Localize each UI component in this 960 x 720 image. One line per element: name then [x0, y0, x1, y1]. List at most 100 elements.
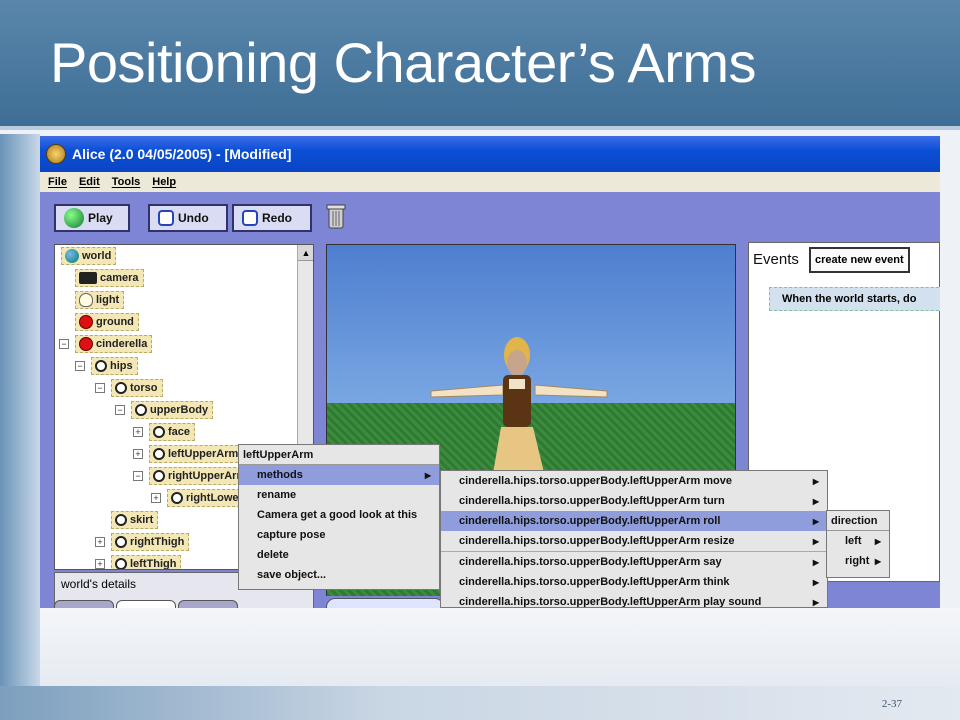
part-icon [115, 558, 127, 569]
methods-submenu: cinderella.hips.torso.upperBody.leftUppe… [440, 470, 828, 608]
menu-item-capture-pose[interactable]: capture pose [239, 525, 439, 545]
redo-button[interactable]: Redo [232, 204, 312, 232]
expand-icon[interactable]: + [95, 559, 105, 569]
play-label: Play [88, 211, 113, 225]
tree-item-skirt[interactable]: skirt [111, 510, 159, 530]
menu-edit[interactable]: Edit [79, 176, 100, 188]
part-icon [115, 514, 127, 526]
direction-submenu: direction left ▶ right ▶ [826, 510, 890, 578]
method-resize[interactable]: cinderella.hips.torso.upperBody.leftUppe… [441, 531, 827, 551]
submenu-arrow-icon: ▶ [812, 557, 819, 567]
undo-label: Undo [178, 211, 209, 225]
slide-bottom-band [0, 686, 960, 720]
expand-icon[interactable]: + [133, 427, 143, 437]
tab-methods[interactable] [116, 600, 176, 608]
trash-icon[interactable] [326, 202, 346, 230]
tree-item-hips[interactable]: − hips [75, 356, 138, 376]
submenu-arrow-icon: ▶ [812, 597, 819, 607]
globe-icon [65, 249, 79, 263]
details-tabs [54, 600, 238, 608]
ground-icon [79, 315, 93, 329]
method-move[interactable]: cinderella.hips.torso.upperBody.leftUppe… [441, 471, 827, 491]
scroll-up-icon[interactable]: ▲ [298, 245, 313, 261]
tree-item-torso[interactable]: − torso [95, 378, 163, 398]
slide-left-band [0, 134, 40, 694]
part-icon [153, 426, 165, 438]
menu-item-save-object[interactable]: save object... [239, 565, 439, 585]
part-icon [135, 404, 147, 416]
part-icon [153, 448, 165, 460]
menu-bar: File Edit Tools Help [40, 172, 940, 192]
direction-left[interactable]: left ▶ [827, 531, 889, 551]
part-icon [171, 492, 183, 504]
submenu-arrow-icon: ▶ [812, 516, 819, 526]
tree-item-rightupperarm[interactable]: − rightUpperArm [133, 466, 252, 486]
toolbar: Play Undo Redo [40, 192, 940, 242]
tree-item-face[interactable]: + face [133, 422, 196, 442]
slide-title: Positioning Character’s Arms [50, 31, 757, 94]
part-icon [153, 470, 165, 482]
slide-number: 2-37 [881, 698, 902, 710]
tree-item-light[interactable]: light [75, 290, 125, 310]
method-turn[interactable]: cinderella.hips.torso.upperBody.leftUppe… [441, 491, 827, 511]
details-title: world's details [61, 577, 136, 591]
tab-properties[interactable] [54, 600, 114, 608]
object-context-menu: leftUpperArm methods ▶ rename Camera get … [238, 444, 440, 590]
collapse-icon[interactable]: − [133, 471, 143, 481]
direction-right[interactable]: right ▶ [827, 551, 889, 571]
method-say[interactable]: cinderella.hips.torso.upperBody.leftUppe… [441, 552, 827, 572]
direction-header: direction [827, 511, 889, 531]
method-think[interactable]: cinderella.hips.torso.upperBody.leftUppe… [441, 572, 827, 592]
light-icon [79, 293, 93, 307]
submenu-arrow-icon: ▶ [812, 577, 819, 587]
expand-icon[interactable]: + [95, 537, 105, 547]
tree-item-ground[interactable]: ground [75, 312, 139, 332]
tree-item-upperbody[interactable]: − upperBody [115, 400, 214, 420]
expand-icon[interactable]: + [133, 449, 143, 459]
menu-item-rename[interactable]: rename [239, 485, 439, 505]
method-tab[interactable] [326, 598, 444, 608]
submenu-arrow-icon: ▶ [424, 470, 431, 480]
method-play-sound[interactable]: cinderella.hips.torso.upperBody.leftUppe… [441, 592, 827, 607]
collapse-icon[interactable]: − [75, 361, 85, 371]
collapse-icon[interactable]: − [59, 339, 69, 349]
submenu-arrow-icon: ▶ [874, 536, 881, 546]
character-icon [79, 337, 93, 351]
tree-item-camera[interactable]: camera [75, 268, 144, 288]
redo-icon [242, 210, 258, 226]
events-title: Events [753, 251, 799, 268]
slide-header: Positioning Character’s Arms [0, 0, 960, 130]
undo-button[interactable]: Undo [148, 204, 228, 232]
submenu-arrow-icon: ▶ [812, 536, 819, 546]
part-icon [115, 536, 127, 548]
menu-help[interactable]: Help [152, 176, 176, 188]
tree-item-leftupperarm[interactable]: + leftUpperArm [133, 444, 244, 464]
world-starts-event[interactable]: When the world starts, do [769, 287, 940, 311]
submenu-arrow-icon: ▶ [812, 496, 819, 506]
camera-icon [79, 272, 97, 284]
menu-tools[interactable]: Tools [112, 176, 141, 188]
tree-item-world[interactable]: world [61, 246, 117, 266]
tab-functions[interactable] [178, 600, 238, 608]
create-new-event-button[interactable]: create new event [809, 247, 910, 273]
undo-icon [158, 210, 174, 226]
tree-item-cinderella[interactable]: − cinderella [59, 334, 153, 354]
menu-item-methods[interactable]: methods ▶ [239, 465, 439, 485]
window-title: Alice (2.0 04/05/2005) - [Modified] [72, 146, 292, 162]
method-roll[interactable]: cinderella.hips.torso.upperBody.leftUppe… [441, 511, 827, 531]
tree-item-leftthigh[interactable]: + leftThigh [95, 554, 182, 569]
window-title-bar[interactable]: Alice (2.0 04/05/2005) - [Modified] [40, 136, 940, 172]
expand-icon[interactable]: + [151, 493, 161, 503]
part-icon [115, 382, 127, 394]
tree-item-rightthigh[interactable]: + rightThigh [95, 532, 190, 552]
play-button[interactable]: Play [54, 204, 130, 232]
redo-label: Redo [262, 211, 292, 225]
menu-file[interactable]: File [48, 176, 67, 188]
context-menu-header: leftUpperArm [239, 445, 439, 465]
menu-item-delete[interactable]: delete [239, 545, 439, 565]
menu-item-camera-look[interactable]: Camera get a good look at this [239, 505, 439, 525]
collapse-icon[interactable]: − [115, 405, 125, 415]
alice-app-icon [46, 144, 66, 164]
submenu-arrow-icon: ▶ [874, 556, 881, 566]
collapse-icon[interactable]: − [95, 383, 105, 393]
